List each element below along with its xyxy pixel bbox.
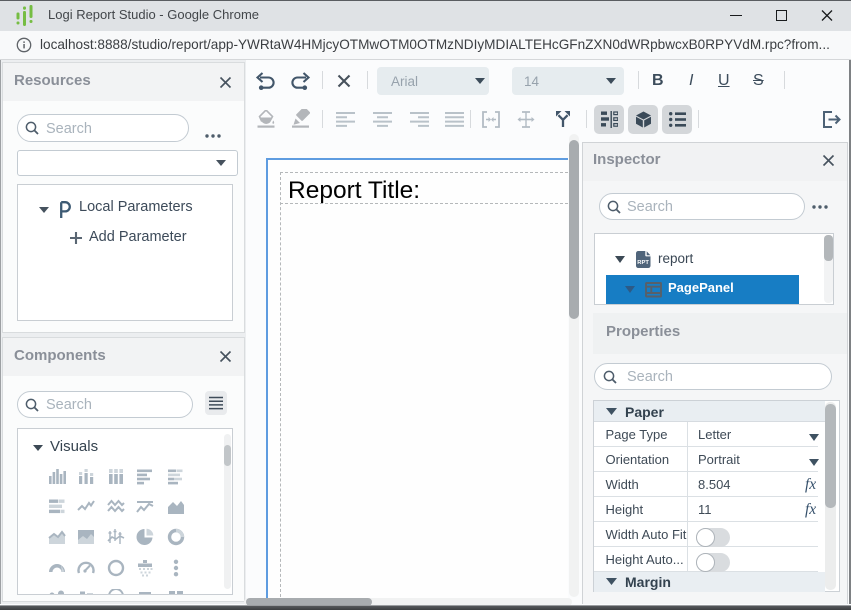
svg-text:RPT: RPT	[637, 260, 649, 266]
